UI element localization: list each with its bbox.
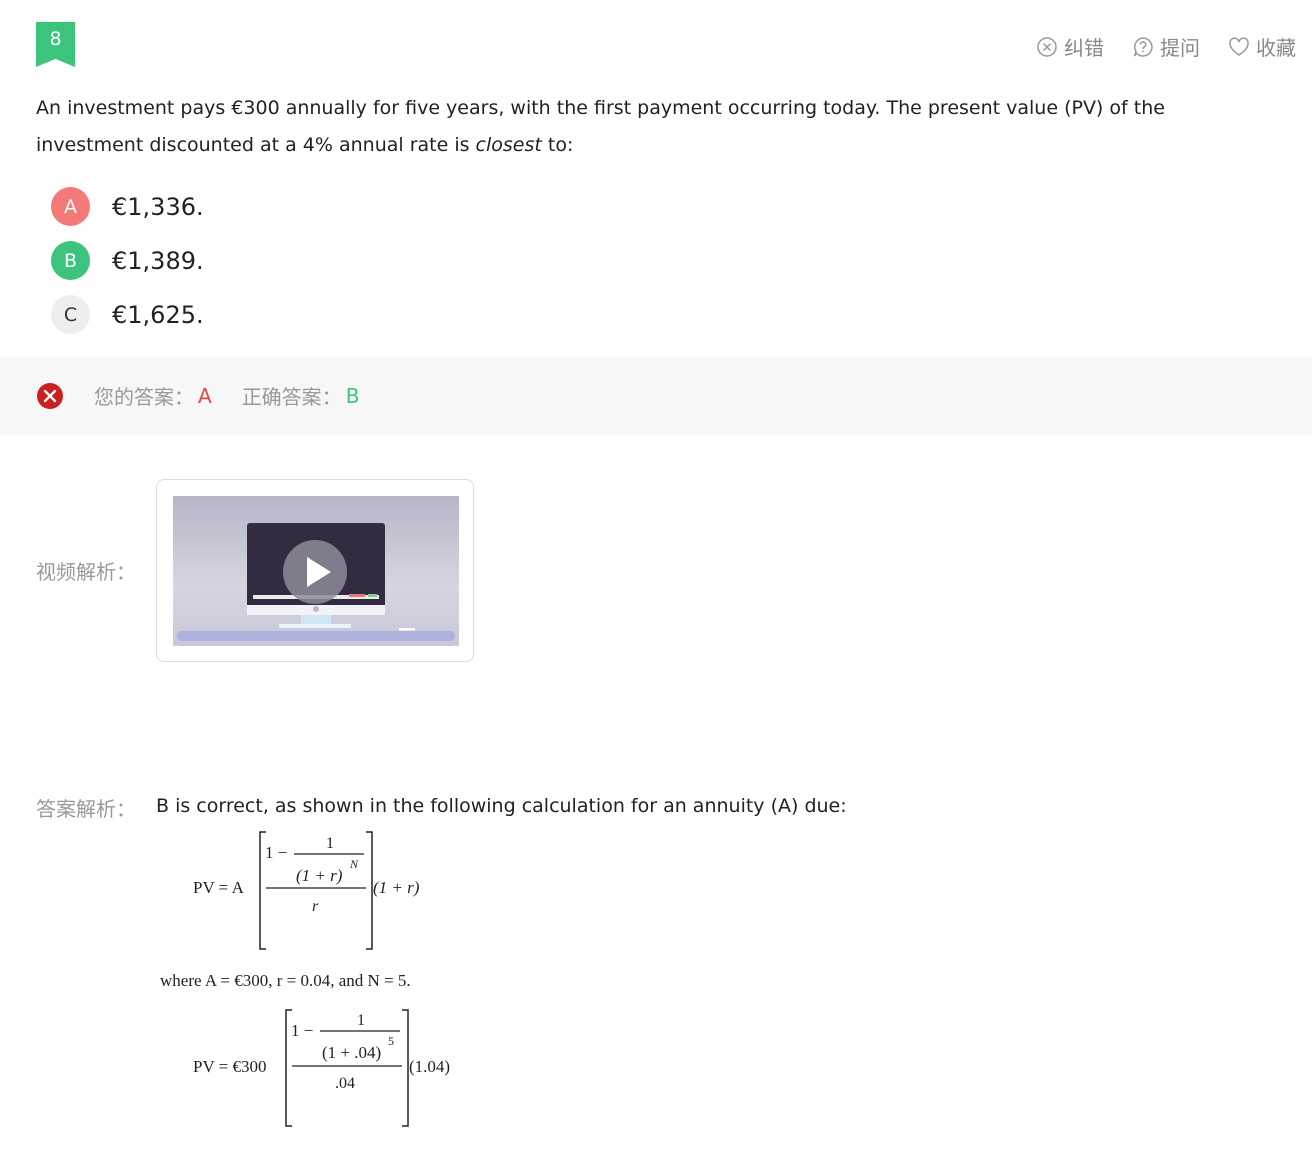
video-player-card[interactable] xyxy=(156,479,474,662)
correct-answer-label: 正确答案： xyxy=(241,385,342,409)
option-b[interactable]: B €1,389. xyxy=(51,241,204,280)
formula-specific-inner-den: (1 + .04) xyxy=(322,1043,381,1062)
formula-specific-lhs: PV = €300 xyxy=(193,1057,267,1076)
your-answer-value: A xyxy=(198,383,212,408)
answer-analysis-label: 答案解析： xyxy=(36,797,136,821)
option-letter-a: A xyxy=(51,187,90,226)
report-error-button[interactable]: 纠错 xyxy=(1036,32,1104,61)
option-text-c: €1,625. xyxy=(112,300,204,329)
ask-question-button[interactable]: 提问 xyxy=(1132,32,1200,61)
question-text-emphasis: closest xyxy=(475,134,542,156)
annuity-formula: PV = A 1 − 1 (1 + r) N r (1 + r) where A… xyxy=(160,831,450,1127)
correct-answer-value: B xyxy=(345,383,360,408)
play-icon xyxy=(283,540,347,604)
video-thumbnail xyxy=(173,496,459,646)
wrong-answer-icon xyxy=(37,382,63,409)
formula-where-text: where A = €300, r = 0.04, and N = 5. xyxy=(160,971,411,990)
formula-general-one: 1 − xyxy=(265,843,287,862)
question-text: An investment pays €300 annually for fiv… xyxy=(36,90,1276,164)
option-letter-c: C xyxy=(51,295,90,334)
favorite-label: 收藏 xyxy=(1256,36,1296,60)
formula-general-exponent: N xyxy=(349,857,359,871)
formula-specific-one: 1 − xyxy=(291,1021,313,1040)
answer-result-bar: 您的答案： A 正确答案： B xyxy=(0,357,1312,434)
close-circle-icon xyxy=(1037,36,1057,57)
formula-specific-mult: (1.04) xyxy=(409,1057,450,1076)
favorite-button[interactable]: 收藏 xyxy=(1228,32,1296,61)
video-analysis-label: 视频解析： xyxy=(36,560,136,584)
heart-icon xyxy=(1229,36,1249,56)
option-text-b: €1,389. xyxy=(112,246,204,275)
report-error-label: 纠错 xyxy=(1064,36,1104,60)
answer-analysis-text: B is correct, as shown in the following … xyxy=(156,795,847,817)
question-text-main: An investment pays €300 annually for fiv… xyxy=(36,97,1165,156)
option-a[interactable]: A €1,336. xyxy=(51,187,204,226)
formula-general-inner-den: (1 + r) xyxy=(296,866,343,885)
question-text-end: to: xyxy=(541,134,574,156)
formula-specific-inner-num: 1 xyxy=(357,1012,365,1029)
formula-general-mult: (1 + r) xyxy=(373,878,420,897)
option-letter-b: B xyxy=(51,241,90,280)
ask-question-label: 提问 xyxy=(1160,36,1200,60)
your-answer-label: 您的答案： xyxy=(94,385,194,409)
option-text-a: €1,336. xyxy=(112,192,204,221)
question-icon xyxy=(1133,36,1153,57)
option-c[interactable]: C €1,625. xyxy=(51,295,204,334)
toolbar: 纠错 提问 收藏 xyxy=(1036,32,1296,61)
question-number: 8 xyxy=(49,28,62,50)
formula-general-inner-num: 1 xyxy=(326,835,334,852)
formula-specific-exponent: 5 xyxy=(388,1034,394,1048)
formula-general-den: r xyxy=(312,898,319,915)
formula-general-lhs: PV = A xyxy=(193,878,245,897)
formula-specific-den: .04 xyxy=(335,1075,355,1092)
question-number-badge: 8 xyxy=(36,22,75,67)
